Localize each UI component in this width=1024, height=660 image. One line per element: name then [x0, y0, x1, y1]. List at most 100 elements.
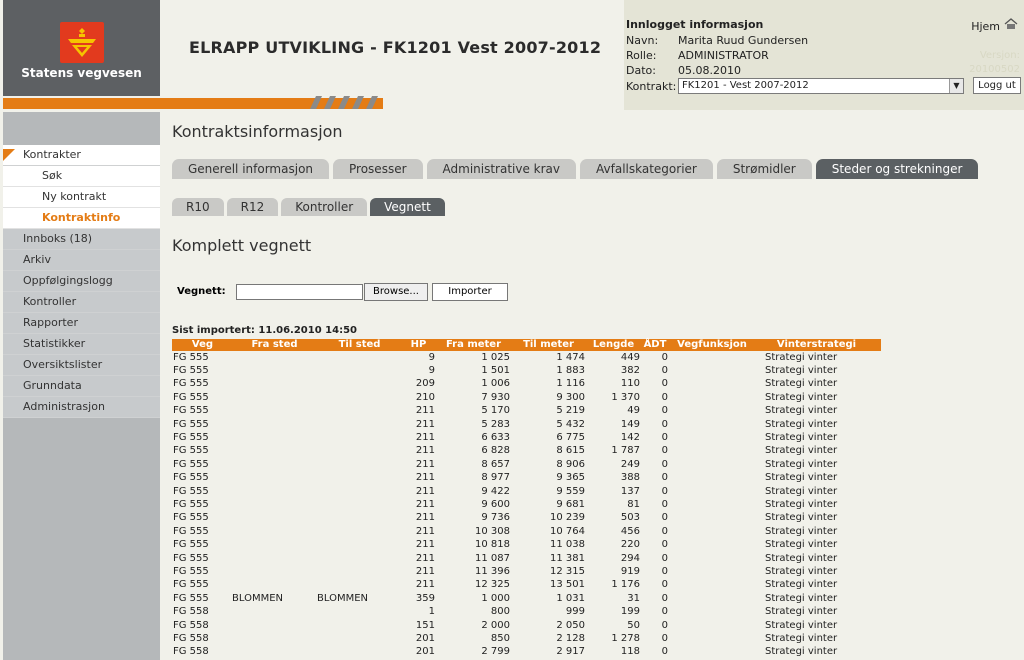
table-cell: 449	[620, 351, 640, 363]
vegnett-label: Vegnett:	[177, 286, 226, 297]
table-row[interactable]: FG 555 BLOMMEN BLOMMEN 359 1 000 1 031 31 0 Stra…	[172, 592, 881, 605]
table-row[interactable]: FG 558 201 2 799 2 917 118 0 Strategi vinter	[172, 646, 881, 659]
table-cell	[317, 619, 402, 632]
table-cell: 211	[415, 512, 435, 524]
import-button[interactable]: Importer	[432, 283, 508, 301]
tab-administrative-krav[interactable]: Administrative krav	[426, 159, 577, 179]
logo-area[interactable]: Statens vegvesen	[3, 0, 160, 96]
column-header[interactable]: Lengde	[587, 339, 642, 351]
table-row[interactable]: FG 555 211 12 325 13 501 1 176 0 Strategi vint…	[172, 579, 881, 592]
table-cell: 50	[627, 619, 640, 631]
table-cell: 11 396	[475, 565, 510, 577]
table-cell: 10 308	[475, 525, 510, 537]
table-cell	[232, 405, 317, 418]
table-row[interactable]: FG 558 201 850 2 128 1 278 0 Strategi vinter	[172, 632, 881, 645]
app-title: ELRAPP UTVIKLING - FK1201 Vest 2007-2012	[189, 38, 602, 57]
sidebar-subitem-sok[interactable]: Søk	[3, 166, 160, 187]
table-row[interactable]: FG 555 211 11 087 11 381 294 0 Strategi vinter	[172, 552, 881, 565]
table-cell: Strategi vinter	[765, 619, 838, 631]
table-row[interactable]: FG 555 211 9 600 9 681 81 0 Strategi vinter	[172, 498, 881, 511]
table-cell: 1 883	[556, 365, 585, 377]
sidebar-item-kontroller[interactable]: Kontroller	[3, 292, 160, 313]
sidebar-subitem-ny-kontrakt[interactable]: Ny kontrakt	[3, 187, 160, 208]
tab-generell-informasjon[interactable]: Generell informasjon	[172, 159, 330, 179]
subtab-r10[interactable]: R10	[172, 198, 224, 216]
subtab-vegnett[interactable]: Vegnett	[370, 198, 445, 216]
table-row[interactable]: FG 558 1 800 999 199 0 Strategi vinter	[172, 605, 881, 618]
table-cell: 1 501	[481, 365, 510, 377]
table-row[interactable]: FG 555 210 7 930 9 300 1 370 0 Strategi vinter	[172, 391, 881, 404]
column-header[interactable]: ÅDT	[642, 339, 672, 351]
table-row[interactable]: FG 555 211 8 657 8 906 249 0 Strategi vinter	[172, 458, 881, 471]
file-path-input[interactable]	[236, 284, 363, 300]
table-row[interactable]: FG 555 209 1 006 1 116 110 0 Strategi vinter	[172, 378, 881, 391]
home-link[interactable]: Hjem	[971, 20, 1000, 33]
sidebar-item-innboks[interactable]: Innboks (18)	[3, 229, 160, 250]
sidebar-item-kontrakter[interactable]: Kontrakter	[3, 145, 160, 166]
subtab-kontroller[interactable]: Kontroller	[281, 198, 368, 216]
table-row[interactable]: FG 555 211 8 977 9 365 388 0 Strategi vinter	[172, 472, 881, 485]
table-row[interactable]: FG 555 9 1 025 1 474 449 0 Strategi vinter	[172, 351, 881, 364]
table-cell: 201	[415, 632, 435, 644]
table-row[interactable]: FG 555 211 10 308 10 764 456 0 Strategi vinter	[172, 525, 881, 538]
table-row[interactable]: FG 555 211 9 736 10 239 503 0 Strategi vinter	[172, 512, 881, 525]
table-cell	[317, 485, 402, 498]
table-cell: 118	[620, 646, 640, 658]
browse-button[interactable]: Browse...	[364, 283, 428, 301]
chevron-down-icon[interactable]: ▼	[949, 79, 963, 93]
date-value: 05.08.2010	[678, 64, 741, 77]
table-cell: 151	[415, 619, 435, 631]
column-header[interactable]: Fra meter	[437, 339, 512, 351]
sidebar-subitem-kontraktinfo[interactable]: Kontraktinfo	[3, 208, 160, 229]
logout-button[interactable]: Logg ut	[973, 77, 1021, 94]
table-row[interactable]: FG 555 211 5 283 5 432 149 0 Strategi vinter	[172, 418, 881, 431]
column-header[interactable]: Vegfunksjon	[672, 339, 752, 351]
table-cell: 8 657	[481, 458, 510, 470]
table-row[interactable]: FG 558 151 2 000 2 050 50 0 Strategi vinter	[172, 619, 881, 632]
table-row[interactable]: FG 555 9 1 501 1 883 382 0 Strategi vinter	[172, 364, 881, 377]
table-cell: 211	[415, 445, 435, 457]
column-header[interactable]: HP	[402, 339, 437, 351]
subtab-r12[interactable]: R12	[226, 198, 279, 216]
sidebar-item-oversiktslister[interactable]: Oversiktslister	[3, 355, 160, 376]
table-cell: 211	[415, 565, 435, 577]
sidebar-item-statistikker[interactable]: Statistikker	[3, 334, 160, 355]
table-cell: FG 555	[173, 391, 209, 403]
table-cell	[672, 632, 752, 645]
table-row[interactable]: FG 555 211 10 818 11 038 220 0 Strategi vinter	[172, 538, 881, 551]
contract-select[interactable]: FK1201 - Vest 2007-2012 ▼	[678, 78, 964, 94]
table-cell	[232, 445, 317, 458]
table-cell: 6 633	[481, 432, 510, 444]
table-cell	[232, 472, 317, 485]
table-row[interactable]: FG 555 211 9 422 9 559 137 0 Strategi vinter	[172, 485, 881, 498]
sidebar-item-oppfolgingslogg[interactable]: Oppfølgingslogg	[3, 271, 160, 292]
sidebar-item-administrasjon[interactable]: Administrasjon	[3, 397, 160, 418]
table-row[interactable]: FG 555 211 5 170 5 219 49 0 Strategi vinter	[172, 405, 881, 418]
table-cell: FG 558	[173, 619, 209, 631]
table-cell: FG 555	[173, 418, 209, 430]
table-cell: 1 116	[556, 378, 585, 390]
tab-steder-og-strekninger[interactable]: Steder og strekninger	[815, 159, 979, 179]
column-header[interactable]: Veg	[172, 339, 232, 351]
column-header[interactable]: Til sted	[317, 339, 402, 351]
tab-stromidler[interactable]: Strømidler	[716, 159, 812, 179]
column-header[interactable]: Vinterstrategi	[752, 339, 881, 351]
home-icon[interactable]	[1004, 18, 1018, 30]
table-cell	[317, 364, 402, 377]
table-cell	[317, 351, 402, 364]
tab-prosesser[interactable]: Prosesser	[333, 159, 423, 179]
sidebar-item-rapporter[interactable]: Rapporter	[3, 313, 160, 334]
sidebar-item-arkiv[interactable]: Arkiv	[3, 250, 160, 271]
table-cell: 0	[661, 579, 668, 591]
table-cell: 1 176	[611, 579, 640, 591]
table-cell: Strategi vinter	[765, 579, 838, 591]
tab-avfallskategorier[interactable]: Avfallskategorier	[580, 159, 713, 179]
table-row[interactable]: FG 555 211 6 633 6 775 142 0 Strategi vinter	[172, 431, 881, 444]
column-header[interactable]: Fra sted	[232, 339, 317, 351]
table-row[interactable]: FG 555 211 11 396 12 315 919 0 Strategi vinter	[172, 565, 881, 578]
table-row[interactable]: FG 555 211 6 828 8 615 1 787 0 Strategi vinter	[172, 445, 881, 458]
sidebar-item-grunndata[interactable]: Grunndata	[3, 376, 160, 397]
column-header[interactable]: Til meter	[512, 339, 587, 351]
table-cell: Strategi vinter	[765, 378, 838, 390]
table-cell	[672, 565, 752, 578]
